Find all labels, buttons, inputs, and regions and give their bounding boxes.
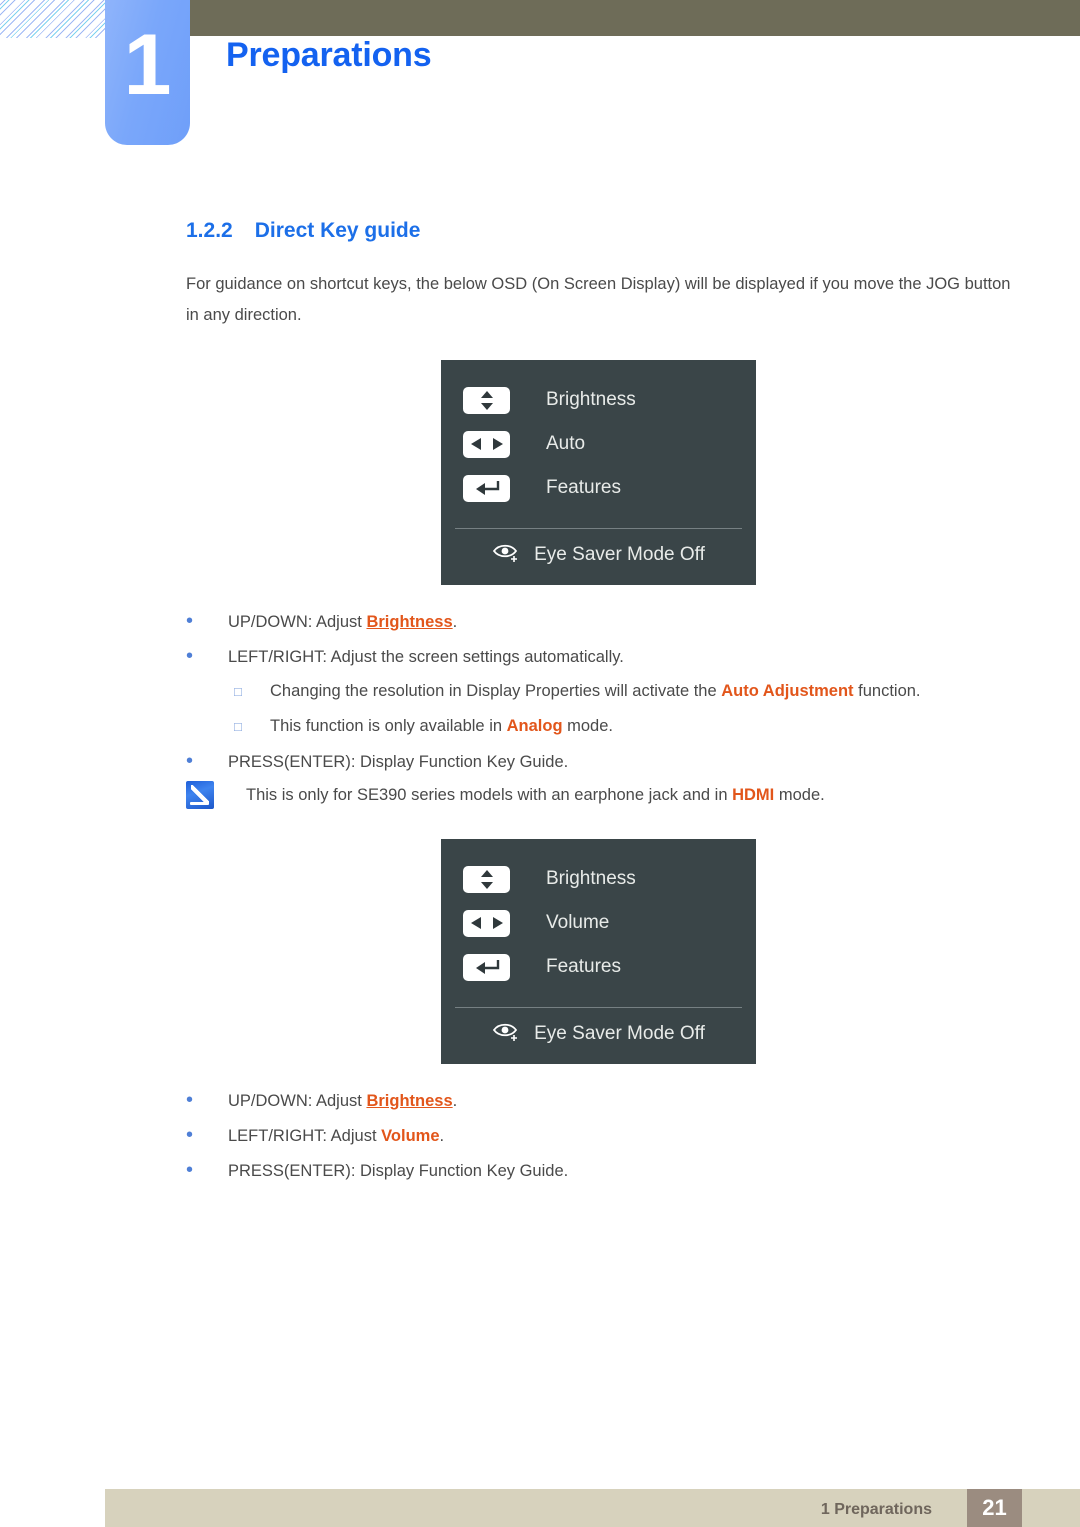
osd-row-label: Features [546, 477, 621, 498]
enter-return-arrow-icon [463, 474, 510, 502]
bullet-text-prefix: LEFT/RIGHT: Adjust the screen settings a… [228, 648, 624, 666]
osd-menu-hdmi: Brightness Volume Features Eye Saver Mod… [441, 839, 756, 1064]
bullet-text-suffix: . [452, 1092, 458, 1110]
bullet-text-highlight: Brightness [366, 1092, 453, 1110]
intro-paragraph: For guidance on shortcut keys, the below… [186, 275, 1011, 324]
bullet-text-prefix: This function is only available in [270, 717, 507, 735]
footer-chapter-label: 1 Preparations [820, 1501, 932, 1518]
footer-bar [105, 1489, 1080, 1527]
eye-saver-icon [492, 1021, 522, 1048]
bullet-list-analog: • UP/DOWN: Adjust Brightness. • LEFT/RIGHT:… [186, 604, 1046, 779]
up-down-arrows-icon [463, 865, 510, 893]
bullet-item: • LEFT/RIGHT: Adjust the screen settings … [186, 639, 1046, 674]
osd-eye-saver-label: Eye Saver Mode Off [534, 544, 705, 565]
bullet-text-highlight: Analog [506, 717, 563, 735]
bullet-marker: • [186, 610, 194, 632]
eye-saver-icon [492, 542, 522, 569]
osd-rows: Brightness Auto Features [441, 360, 756, 522]
section-title: Direct Key guide [254, 219, 421, 242]
chapter-number: 1 [123, 17, 172, 113]
bullet-item: • UP/DOWN: Adjust Brightness. [186, 604, 1046, 639]
note-highlight: HDMI [732, 785, 775, 804]
osd-eye-saver-row: Eye Saver Mode Off [441, 1008, 756, 1064]
enter-return-arrow-icon [463, 953, 510, 981]
bullet-text-prefix: Changing the resolution in Display Prope… [270, 682, 722, 700]
header-hatch-pattern-overlay [0, 0, 106, 38]
osd-row-label: Brightness [546, 868, 636, 889]
osd-rows: Brightness Volume Features [441, 839, 756, 1001]
bullet-marker: • [186, 1089, 194, 1111]
bullet-text-suffix: function. [853, 682, 921, 700]
bullet-text: UP/DOWN: Adjust Brightness. [228, 605, 457, 639]
bullet-text-prefix: PRESS(ENTER): Display Function Key Guide… [228, 753, 569, 771]
bullet-item: • LEFT/RIGHT: Adjust Volume. [186, 1118, 1046, 1153]
bullet-item: • PRESS(ENTER): Display Function Key Guid… [186, 1153, 1046, 1188]
left-right-arrows-icon [463, 430, 510, 458]
bullet-item: • UP/DOWN: Adjust Brightness. [186, 1083, 1046, 1118]
bullet-text: This function is only available in Analo… [270, 709, 613, 743]
note-suffix: mode. [774, 785, 825, 804]
note-row: This is only for SE390 series models wit… [186, 781, 825, 809]
bullet-text-prefix: UP/DOWN: Adjust [228, 1092, 367, 1110]
bullet-marker-sub: □ [234, 719, 242, 734]
osd-row: Auto [441, 422, 756, 466]
osd-row: Brightness [441, 857, 756, 901]
osd-row: Volume [441, 901, 756, 945]
bullet-text-highlight: Auto Adjustment [721, 682, 854, 700]
bullet-item: □ This function is only available in Anal… [186, 709, 1046, 744]
note-text: This is only for SE390 series models wit… [246, 786, 825, 805]
header-olive-bar [190, 0, 1080, 36]
osd-row-label: Brightness [546, 389, 636, 410]
bullet-text: LEFT/RIGHT: Adjust the screen settings a… [228, 640, 624, 674]
osd-eye-saver-row: Eye Saver Mode Off [441, 529, 756, 585]
bullet-text-highlight: Brightness [366, 613, 453, 631]
bullet-text: LEFT/RIGHT: Adjust Volume. [228, 1119, 444, 1153]
bullet-text-prefix: LEFT/RIGHT: Adjust [228, 1127, 382, 1145]
bullet-text-prefix: UP/DOWN: Adjust [228, 613, 367, 631]
bullet-text-suffix: . [452, 613, 458, 631]
bullet-list-hdmi: • UP/DOWN: Adjust Brightness. • LEFT/RIGHT:… [186, 1083, 1046, 1188]
bullet-item: • PRESS(ENTER): Display Function Key Guid… [186, 744, 1046, 779]
osd-row-label: Features [546, 956, 621, 977]
bullet-marker: • [186, 750, 194, 772]
osd-row: Features [441, 945, 756, 989]
osd-row-label: Volume [546, 912, 610, 933]
bullet-marker: • [186, 645, 194, 667]
note-pen-icon [186, 781, 214, 809]
bullet-text: PRESS(ENTER): Display Function Key Guide… [228, 1154, 568, 1188]
bullet-marker: • [186, 1159, 194, 1181]
osd-row: Brightness [441, 378, 756, 422]
bullet-text-prefix: PRESS(ENTER): Display Function Key Guide… [228, 1162, 569, 1180]
bullet-text-suffix: . [439, 1127, 445, 1145]
bullet-marker: • [186, 1124, 194, 1146]
bullet-text-highlight: Volume [381, 1127, 440, 1145]
note-prefix: This is only for SE390 series models wit… [246, 785, 733, 804]
osd-menu-analog: Brightness Auto Features Eye Saver Mode … [441, 360, 756, 585]
osd-row: Features [441, 466, 756, 510]
bullet-text: PRESS(ENTER): Display Function Key Guide… [228, 745, 568, 779]
osd-eye-saver-label: Eye Saver Mode Off [534, 1023, 705, 1044]
up-down-arrows-icon [463, 386, 510, 414]
section-heading: 1.2.2 Direct Key guide [186, 219, 420, 243]
section-number: 1.2.2 [186, 219, 233, 242]
footer-page-number: 21 [967, 1489, 1022, 1527]
bullet-text: Changing the resolution in Display Prope… [270, 674, 921, 708]
chapter-title: Preparations [226, 36, 432, 74]
bullet-item: □ Changing the resolution in Display Prop… [186, 674, 1046, 709]
bullet-text-suffix: mode. [562, 717, 613, 735]
bullet-marker-sub: □ [234, 684, 242, 699]
left-right-arrows-icon [463, 909, 510, 937]
bullet-text: UP/DOWN: Adjust Brightness. [228, 1084, 457, 1118]
osd-row-label: Auto [546, 433, 586, 454]
